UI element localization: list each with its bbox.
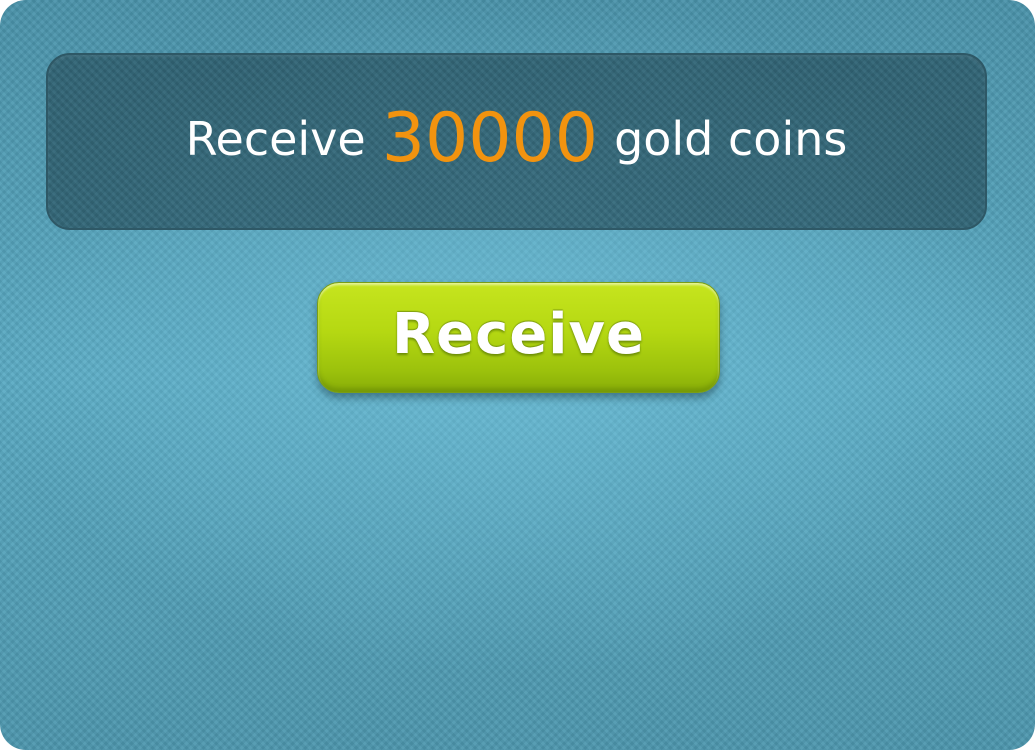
receive-button[interactable]: Receive — [317, 282, 720, 393]
reward-message: Receive 30000 gold coins — [48, 105, 985, 173]
receive-button-label: Receive — [392, 302, 645, 367]
reward-suffix: gold coins — [614, 112, 848, 166]
reward-amount: 30000 — [381, 99, 599, 178]
reward-dialog: Receive 30000 gold coins Receive — [0, 0, 1035, 750]
reward-prefix: Receive — [185, 112, 366, 166]
reward-banner: Receive 30000 gold coins — [46, 53, 987, 230]
